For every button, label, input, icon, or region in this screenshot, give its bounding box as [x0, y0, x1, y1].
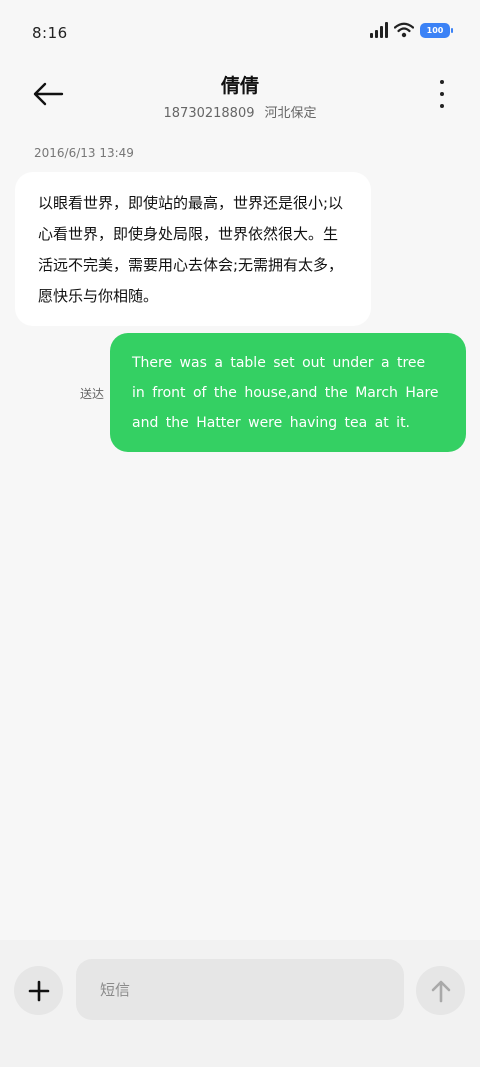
composer-bar	[0, 940, 480, 1067]
plus-icon	[28, 980, 49, 1001]
message-line: There was a table set out under a tree	[132, 355, 426, 371]
send-arrow-up-icon	[431, 980, 450, 1002]
contact-phone: 18730218809	[163, 106, 255, 121]
outgoing-message-bubble[interactable]: There was a table set out under a tree i…	[110, 333, 466, 452]
status-icons: 100	[370, 22, 453, 38]
message-timestamp: 2016/6/13 13:49	[34, 146, 134, 160]
message-line: 以眼看世界，即使站的最高，世界还是很小;以	[38, 194, 344, 212]
messaging-screen: 8:16 100 倩倩 18730218809 河北保定 2016/6/13 1…	[0, 0, 480, 1067]
more-vertical-icon	[440, 80, 444, 84]
conversation-header: 倩倩 18730218809 河北保定	[0, 66, 480, 130]
contact-details: 18730218809 河北保定	[0, 102, 480, 121]
message-line: 心看世界，即使身处局限，世界依然很大。生	[38, 225, 339, 243]
send-button[interactable]	[416, 966, 465, 1015]
message-line: 愿快乐与你相随。	[38, 287, 159, 305]
signal-icon	[370, 22, 388, 38]
contact-name[interactable]: 倩倩	[0, 71, 480, 98]
more-options-button[interactable]	[436, 80, 448, 108]
message-input[interactable]	[76, 959, 404, 1020]
message-line: in front of the house,and the March Hare	[132, 385, 439, 401]
message-line: and the Hatter were having tea at it.	[132, 415, 411, 431]
wifi-icon	[394, 22, 414, 38]
message-line: 活远不完美，需要用心去体会;无需拥有太多，	[38, 256, 344, 274]
battery-icon: 100	[420, 22, 453, 38]
status-bar: 8:16 100	[0, 0, 480, 66]
add-attachment-button[interactable]	[14, 966, 63, 1015]
delivery-status: 送达	[80, 387, 105, 401]
incoming-message-bubble[interactable]: 以眼看世界，即使站的最高，世界还是很小;以 心看世界，即使身处局限，世界依然很大…	[15, 172, 371, 326]
contact-location: 河北保定	[264, 106, 317, 121]
status-time: 8:16	[32, 24, 68, 42]
